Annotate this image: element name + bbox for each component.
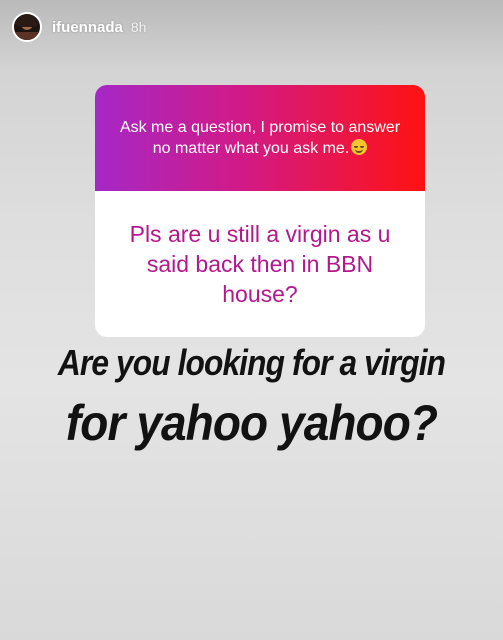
question-sticker-header: Ask me a question, I promise to answer n…: [95, 85, 425, 191]
caption-line-1: Are you looking for a virgin: [57, 342, 446, 383]
post-time: 8h: [130, 19, 147, 35]
username[interactable]: ifuennada: [52, 19, 123, 36]
avatar-shirt: [14, 32, 40, 40]
caption-line-2: for yahoo yahoo?: [65, 395, 438, 451]
avatar-hair: [16, 15, 38, 27]
question-sticker-body: Pls are u still a virgin as u said back …: [95, 191, 425, 337]
question-prompt: Ask me a question, I promise to answer n…: [110, 117, 410, 159]
story-caption: Are you looking for a virgin for yahoo y…: [0, 338, 503, 456]
avatar[interactable]: [12, 12, 42, 42]
smiling-face-emoji-icon: [351, 139, 368, 155]
story-header: ifuennada 8h: [12, 10, 146, 44]
question-sticker[interactable]: Ask me a question, I promise to answer n…: [95, 85, 425, 337]
question-text: Pls are u still a virgin as u said back …: [129, 221, 391, 307]
